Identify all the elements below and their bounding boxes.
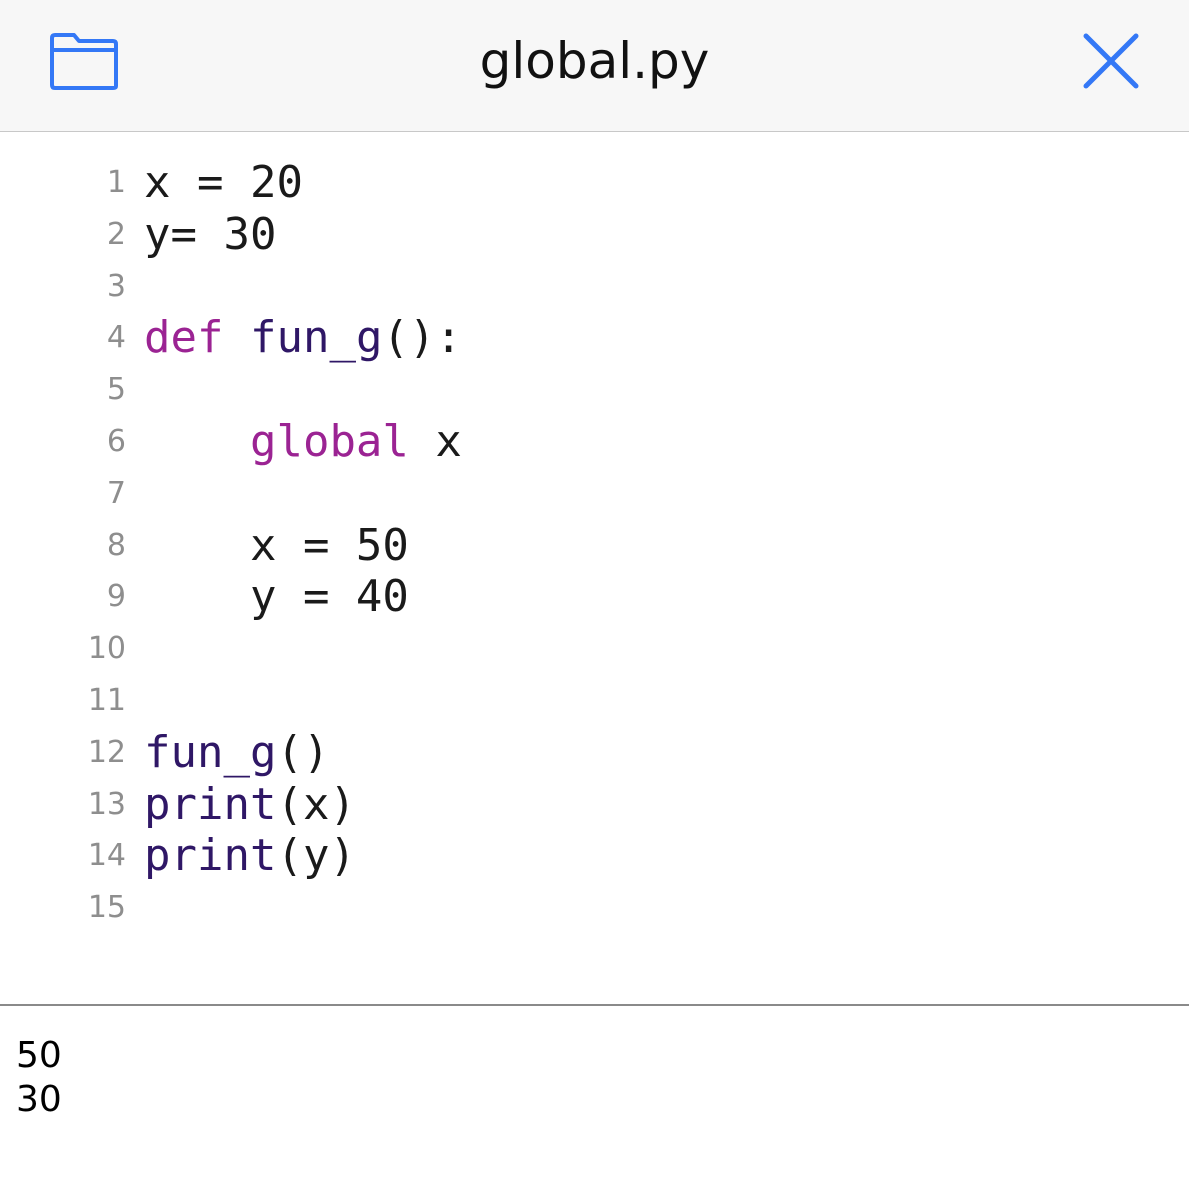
- line-number: 15: [87, 890, 126, 926]
- code-text[interactable]: print(x): [144, 779, 356, 831]
- code-function-name: fun_g: [144, 726, 277, 778]
- code-editor[interactable]: 1x = 20 2 y= 30 3 4 def fun_g(): 5 6 global x78…: [0, 133, 1189, 1004]
- line-number: 4: [106, 320, 126, 356]
- code-text[interactable]: x = 50: [144, 520, 409, 572]
- code-line[interactable]: 5: [0, 364, 1189, 416]
- code-function-name: fun_g: [249, 312, 383, 364]
- code-token: x = 20: [144, 157, 303, 208]
- code-function-name: print: [144, 778, 277, 830]
- code-line[interactable]: 14 print(y): [0, 830, 1189, 882]
- code-token: x: [408, 416, 462, 467]
- code-line[interactable]: 6 global x: [0, 416, 1189, 468]
- code-text[interactable]: print(y): [144, 830, 356, 882]
- code-token: ():: [382, 312, 462, 364]
- code-keyword: global: [249, 416, 409, 467]
- code-text[interactable]: global x: [144, 416, 462, 468]
- code-line[interactable]: 1 x = 20: [0, 157, 1189, 209]
- line-number: 12: [87, 734, 126, 770]
- file-title: global.py: [479, 32, 710, 90]
- code-line[interactable]: 15: [0, 882, 1189, 934]
- code-text[interactable]: y = 40: [144, 571, 409, 623]
- code-token: x = 50: [144, 519, 409, 571]
- line-number: 13: [87, 786, 126, 822]
- code-line[interactable]: 8 x = 50: [0, 520, 1189, 572]
- line-number: 5: [106, 372, 126, 408]
- line-number: 14: [87, 838, 126, 874]
- code-keyword: def: [144, 312, 224, 364]
- line-number: 1: [106, 165, 126, 200]
- code-line[interactable]: 10: [0, 623, 1189, 675]
- code-line[interactable]: 7: [0, 468, 1189, 520]
- code-line[interactable]: 4 def fun_g():: [0, 312, 1189, 364]
- code-token: y= 30: [144, 208, 277, 260]
- code-token: (x): [276, 778, 356, 830]
- line-number: 8: [106, 527, 126, 563]
- line-number: 9: [106, 579, 126, 615]
- code-text[interactable]: y= 30: [144, 209, 276, 261]
- line-number: 6: [106, 424, 126, 459]
- code-line[interactable]: 13 print(x): [0, 779, 1189, 831]
- code-line[interactable]: 12 fun_g(): [0, 727, 1189, 779]
- line-number: 7: [106, 475, 126, 511]
- code-text[interactable]: def fun_g():: [144, 312, 462, 364]
- console-output-line: 50: [16, 1035, 62, 1076]
- line-number: 3: [106, 268, 126, 304]
- code-line[interactable]: 3: [0, 261, 1189, 313]
- line-number: 11: [87, 683, 126, 718]
- code-line[interactable]: 9 y = 40: [0, 571, 1189, 623]
- code-token: y = 40: [144, 571, 409, 623]
- editor-header: global.py: [0, 0, 1189, 132]
- code-token: (y): [276, 830, 356, 882]
- code-function-name: print: [144, 830, 277, 882]
- code-line[interactable]: 11: [0, 675, 1189, 727]
- code-text[interactable]: fun_g(): [144, 727, 329, 779]
- close-icon: [1078, 30, 1144, 92]
- code-token: (): [276, 726, 330, 778]
- console-output: 50 30: [0, 1006, 1189, 1200]
- line-number: 2: [106, 216, 126, 252]
- close-button[interactable]: [1078, 30, 1144, 92]
- code-line[interactable]: 2 y= 30: [0, 209, 1189, 261]
- console-output-line: 30: [16, 1079, 62, 1120]
- line-number: 10: [87, 631, 126, 667]
- code-text[interactable]: x = 20: [144, 157, 303, 209]
